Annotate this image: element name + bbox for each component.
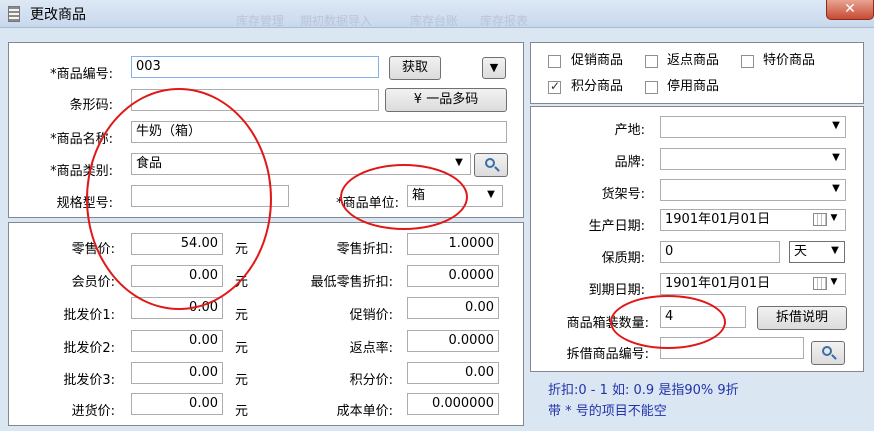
checkbox-label: 促销商品 [571, 53, 624, 68]
expire-date-label: 到期日期: [588, 283, 645, 298]
background-tab: 库存台账 [410, 14, 459, 28]
category-select[interactable]: 食品 [131, 153, 471, 175]
calendar-icon[interactable] [813, 213, 827, 226]
split-code-input[interactable] [660, 337, 804, 359]
chevron-down-icon: ▼ [487, 189, 495, 200]
barcode-input[interactable] [131, 89, 379, 111]
dropdown-toggle-button[interactable]: ▼ [482, 57, 506, 79]
price-label: 会员价: [71, 275, 115, 290]
discount-input[interactable]: 0.0000 [407, 265, 499, 287]
discount-label: 最低零售折扣: [310, 275, 393, 290]
category-label: *商品类别: [50, 164, 113, 179]
checkbox-special-price[interactable] [741, 55, 754, 68]
background-tab: 库存管理 [236, 14, 285, 28]
chevron-down-icon: ▼ [455, 157, 463, 168]
price-label: 零售价: [71, 242, 115, 257]
discount-input[interactable]: 0.000000 [407, 393, 499, 415]
spec-input[interactable] [131, 185, 289, 207]
shelf-select[interactable] [660, 179, 846, 201]
search-icon [485, 158, 495, 168]
split-code-label: 拆借商品编号: [566, 347, 649, 362]
discount-label: 积分价: [349, 373, 393, 388]
multi-code-button[interactable]: ¥ 一品多码 [385, 88, 507, 112]
price-input[interactable]: 0.00 [131, 297, 223, 319]
price-unit: 元 [235, 275, 249, 290]
checkbox-label: 特价商品 [763, 53, 816, 68]
window-title: 更改商品 [30, 7, 86, 23]
checkbox-label: 停用商品 [667, 79, 720, 94]
brand-select[interactable] [660, 148, 846, 170]
price-unit: 元 [235, 373, 249, 388]
chevron-down-icon: ▼ [830, 213, 838, 223]
price-unit: 元 [235, 308, 249, 323]
required-hint: 带 * 号的项目不能空 [548, 404, 667, 419]
chevron-down-icon: ▼ [832, 120, 840, 131]
calendar-icon[interactable] [813, 277, 827, 290]
price-label: 批发价1: [63, 308, 115, 323]
box-qty-input[interactable]: 4 [660, 306, 746, 328]
split-explain-button[interactable]: 拆借说明 [757, 306, 847, 330]
brand-label: 品牌: [614, 155, 645, 170]
production-date-label: 生产日期: [588, 219, 645, 234]
discount-input[interactable]: 0.00 [407, 297, 499, 319]
checkbox-rebate[interactable] [645, 55, 658, 68]
checkbox-label: 积分商品 [571, 79, 624, 94]
basic-info-panel: *商品编号: 003 获取 ▼ 条形码: ¥ 一品多码 *商品名称: 牛奶（箱）… [8, 42, 524, 218]
discount-input[interactable]: 1.0000 [407, 233, 499, 255]
unit-label: *商品单位: [336, 196, 399, 211]
background-tab: 库存报表 [480, 14, 529, 28]
chevron-down-icon: ▼ [831, 245, 839, 256]
discount-label: 零售折扣: [336, 242, 393, 257]
discount-input[interactable]: 0.00 [407, 362, 499, 384]
barcode-label: 条形码: [69, 98, 113, 113]
split-code-search-button[interactable] [811, 341, 845, 365]
price-input[interactable]: 0.00 [131, 330, 223, 352]
background-tab: 期初数据导入 [300, 14, 373, 28]
shelf-label: 货架号: [601, 187, 645, 202]
close-icon: ✕ [844, 1, 856, 17]
discount-label: 返点率: [349, 341, 393, 356]
chevron-down-icon: ▼ [832, 152, 840, 163]
title-bar: 更改商品 库存管理 期初数据导入 库存台账 库存报表 ✕ [0, 0, 874, 28]
code-label: *商品编号: [50, 67, 113, 82]
extra-info-panel: 产地: ▼ 品牌: ▼ 货架号: ▼ 生产日期: 1901年01月01日 ▼ 保… [530, 106, 864, 372]
close-button[interactable]: ✕ [826, 0, 874, 20]
price-input[interactable]: 54.00 [131, 233, 223, 255]
price-unit: 元 [235, 341, 249, 356]
app-icon [8, 6, 20, 22]
price-label: 批发价3: [63, 373, 115, 388]
checkbox-disabled[interactable] [645, 81, 658, 94]
price-label: 批发价2: [63, 341, 115, 356]
discount-hint: 折扣:0 - 1 如: 0.9 是指90% 9折 [548, 383, 739, 398]
chevron-down-icon: ▼ [832, 183, 840, 194]
flags-panel: 促销商品 返点商品 特价商品 积分商品 停用商品 [530, 42, 864, 104]
shelf-life-label: 保质期: [601, 251, 645, 266]
code-input[interactable]: 003 [131, 56, 379, 78]
discount-input[interactable]: 0.0000 [407, 330, 499, 352]
name-input[interactable]: 牛奶（箱） [131, 121, 507, 143]
checkbox-promotion[interactable] [548, 55, 561, 68]
price-label: 进货价: [71, 404, 115, 419]
box-qty-label: 商品箱装数量: [566, 316, 649, 331]
price-unit: 元 [235, 404, 249, 419]
chevron-down-icon: ▼ [830, 277, 838, 287]
origin-label: 产地: [614, 123, 645, 138]
discount-label: 促销价: [349, 308, 393, 323]
price-panel: 零售价: 54.00 元 会员价: 0.00 元 批发价1: 0.00 元 批发… [8, 222, 524, 426]
price-input[interactable]: 0.00 [131, 393, 223, 415]
name-label: *商品名称: [50, 132, 113, 147]
discount-label: 成本单价: [336, 404, 393, 419]
price-input[interactable]: 0.00 [131, 362, 223, 384]
price-input[interactable]: 0.00 [131, 265, 223, 287]
category-search-button[interactable] [474, 153, 508, 177]
checkbox-points[interactable] [548, 79, 561, 94]
spec-label: 规格型号: [56, 196, 113, 211]
shelf-life-input[interactable]: 0 [660, 241, 780, 263]
search-icon [822, 346, 832, 356]
fetch-button[interactable]: 获取 [389, 56, 441, 80]
price-unit: 元 [235, 242, 249, 257]
checkbox-label: 返点商品 [667, 53, 720, 68]
origin-select[interactable] [660, 116, 846, 138]
